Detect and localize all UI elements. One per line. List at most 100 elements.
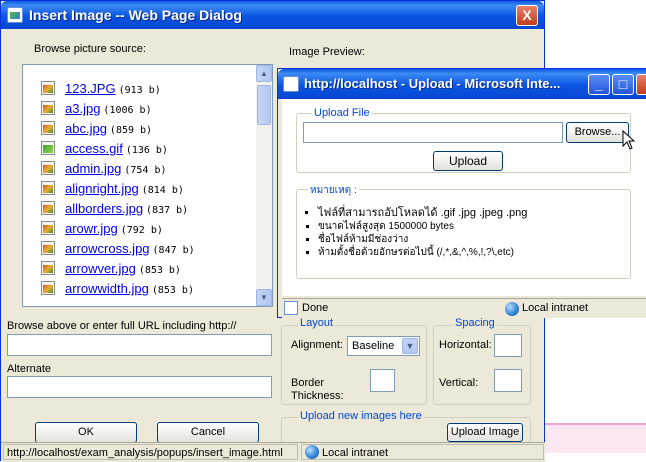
popup-title: http://localhost - Upload - Microsoft In…	[304, 76, 561, 91]
jpg-file-icon	[41, 261, 55, 275]
file-link[interactable]: arrowwidth.jpg	[65, 281, 149, 296]
file-size: (853 b)	[138, 265, 181, 276]
chevron-down-icon[interactable]: ▼	[402, 338, 418, 354]
file-size: (913 b)	[118, 85, 161, 96]
file-item[interactable]: arrowwidth.jpg (853 b)	[23, 279, 259, 299]
file-size: (853 b)	[151, 285, 194, 296]
jpg-file-icon	[41, 101, 55, 115]
file-item[interactable]: alignright.jpg (814 b)	[23, 179, 259, 199]
popup-close-button[interactable]	[636, 74, 646, 95]
file-list: 123.JPG (913 b) a3.jpg (1006 b) abc.jpg (85…	[23, 79, 259, 299]
file-size: (847 b)	[152, 245, 195, 256]
file-link[interactable]: arrowcross.jpg	[65, 241, 150, 256]
file-link[interactable]: alignright.jpg	[65, 181, 139, 196]
browse-button[interactable]: Browse...	[566, 122, 629, 143]
layout-legend: Layout	[298, 317, 336, 329]
jpg-file-icon	[41, 221, 55, 235]
dialog-titlebar[interactable]: Insert Image -- Web Page Dialog X	[1, 1, 544, 29]
file-item[interactable]: arrowcross.jpg (847 b)	[23, 239, 259, 259]
note-item: ห้ามตั้งชื่อด้วยอักษรต่อไปนี้ (/,*,&,^,%…	[318, 246, 624, 259]
notes-heading: หมายเหตุ :	[308, 183, 359, 198]
file-path-input[interactable]	[303, 122, 563, 143]
background-page-band	[545, 423, 646, 453]
popup-titlebar[interactable]: http://localhost - Upload - Microsoft In…	[278, 69, 646, 99]
status-zone: Local intranet	[322, 447, 389, 459]
jpg-file-icon	[41, 81, 55, 95]
status-zone-cell: Local intranet	[301, 444, 544, 460]
intranet-globe-icon	[505, 302, 519, 316]
file-link[interactable]: access.gif	[65, 141, 123, 156]
file-item[interactable]: arrowver.jpg (853 b)	[23, 259, 259, 279]
note-item: ไฟล์ที่สามารถอัปโหลดได้ .gif .jpg .jpeg …	[318, 207, 624, 220]
file-size: (136 b)	[125, 145, 168, 156]
jpg-file-icon	[41, 121, 55, 135]
vertical-spacing-input[interactable]	[494, 369, 522, 392]
alignment-label: Alignment:	[291, 339, 343, 351]
popup-statusbar: Done Local intranet	[282, 298, 646, 318]
file-item[interactable]: admin.jpg (754 b)	[23, 159, 259, 179]
spacing-legend: Spacing	[453, 317, 497, 329]
upload-image-button[interactable]: Upload Image	[447, 423, 523, 442]
jpg-file-icon	[41, 161, 55, 175]
maximize-button[interactable]: □	[612, 74, 634, 95]
scroll-down-icon[interactable]: ▼	[256, 289, 272, 306]
jpg-file-icon	[41, 241, 55, 255]
file-size: (1006 b)	[103, 105, 152, 116]
file-size: (837 b)	[146, 205, 189, 216]
browse-source-label: Browse picture source:	[34, 43, 146, 55]
url-label: Browse above or enter full URL including…	[7, 320, 237, 332]
image-preview-label: Image Preview:	[289, 46, 365, 58]
file-link[interactable]: a3.jpg	[65, 101, 100, 116]
alignment-select[interactable]: Baseline ▼	[347, 336, 420, 356]
file-size: (859 b)	[109, 125, 153, 136]
jpg-file-icon	[41, 201, 55, 215]
file-item[interactable]: abc.jpg (859 b)	[23, 119, 259, 139]
upload-file-legend: Upload File	[312, 107, 372, 119]
border-thickness-input[interactable]	[370, 369, 395, 392]
file-link[interactable]: 123.JPG	[65, 81, 116, 96]
popup-body: Upload File Browse... Upload หมายเหตุ : …	[282, 99, 646, 296]
note-item: ชื่อไฟล์ห้ามมีช่องว่าง	[318, 233, 624, 246]
url-input[interactable]	[7, 334, 272, 356]
cancel-button[interactable]: Cancel	[157, 422, 259, 443]
file-link[interactable]: allborders.jpg	[65, 201, 143, 216]
upload-button[interactable]: Upload	[433, 151, 503, 171]
file-link[interactable]: arrowver.jpg	[65, 261, 136, 276]
file-size: (792 b)	[120, 225, 163, 236]
upload-legend: Upload new images here	[298, 410, 424, 422]
minimize-button[interactable]: _	[588, 74, 610, 95]
border-label-line1: Border	[291, 377, 325, 389]
file-link[interactable]: arowr.jpg	[65, 221, 118, 236]
file-item[interactable]: access.gif (136 b)	[23, 139, 259, 159]
horizontal-spacing-input[interactable]	[494, 334, 522, 357]
scroll-thumb[interactable]	[257, 85, 271, 125]
file-size: (754 b)	[124, 165, 167, 176]
file-listbox[interactable]: 123.JPG (913 b) a3.jpg (1006 b) abc.jpg (85…	[22, 64, 273, 307]
scroll-up-icon[interactable]: ▲	[256, 65, 272, 82]
alignment-value: Baseline	[352, 340, 395, 352]
list-scrollbar[interactable]: ▲ ▼	[256, 65, 272, 306]
status-url: http://localhost/exam_analysis/popups/in…	[3, 444, 298, 460]
dialog-statusbar: http://localhost/exam_analysis/popups/in…	[1, 442, 546, 462]
file-link[interactable]: admin.jpg	[65, 161, 121, 176]
mouse-cursor-icon	[622, 130, 636, 150]
file-item[interactable]: allborders.jpg (837 b)	[23, 199, 259, 219]
dialog-title: Insert Image -- Web Page Dialog	[29, 7, 242, 23]
ie-page-icon	[7, 7, 23, 23]
border-label-line2: Thickness:	[291, 390, 344, 402]
file-link[interactable]: abc.jpg	[65, 121, 107, 136]
file-item[interactable]: 123.JPG (913 b)	[23, 79, 259, 99]
vertical-label: Vertical:	[439, 377, 479, 389]
intranet-globe-icon	[305, 445, 319, 459]
note-item: ขนาดไฟล์สูงสุด 1500000 bytes	[318, 220, 624, 233]
dialog-close-button[interactable]: X	[516, 5, 538, 26]
file-item[interactable]: a3.jpg (1006 b)	[23, 99, 259, 119]
jpg-file-icon	[41, 181, 55, 195]
popup-status-zone: Local intranet	[522, 302, 589, 314]
background-page	[545, 318, 646, 461]
alternate-input[interactable]	[7, 376, 272, 398]
ie-page-icon	[283, 76, 299, 92]
file-item[interactable]: arowr.jpg (792 b)	[23, 219, 259, 239]
gif-file-icon	[41, 141, 55, 155]
ok-button[interactable]: OK	[35, 422, 137, 443]
